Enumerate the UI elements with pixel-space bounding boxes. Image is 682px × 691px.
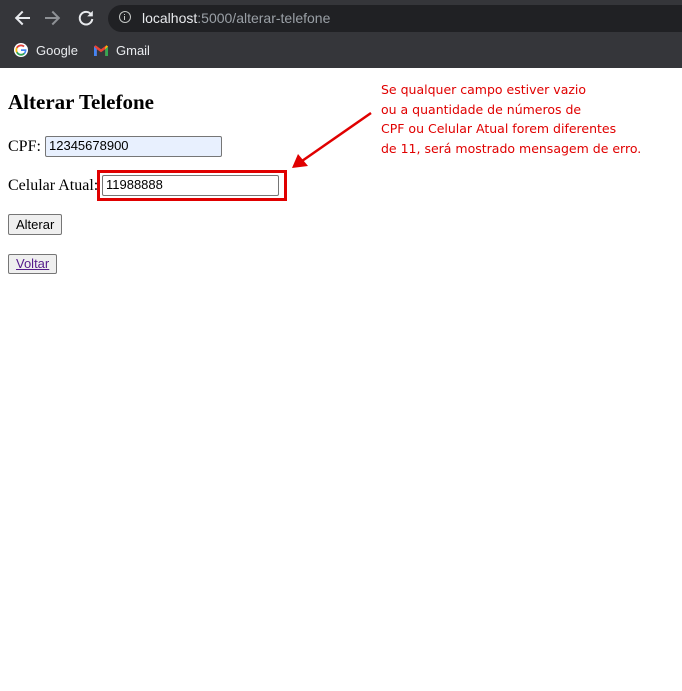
annotation-line: de 11, será mostrado mensagem de erro. (381, 140, 642, 156)
annotation-note: Se qualquer campo estiver vazio ou a qua… (381, 80, 681, 158)
annotation-line: ou a quantidade de números de (381, 101, 582, 117)
annotation-line: CPF ou Celular Atual forem diferentes (381, 121, 617, 136)
annotation-line: Se qualquer campo estiver vazio (381, 82, 587, 97)
